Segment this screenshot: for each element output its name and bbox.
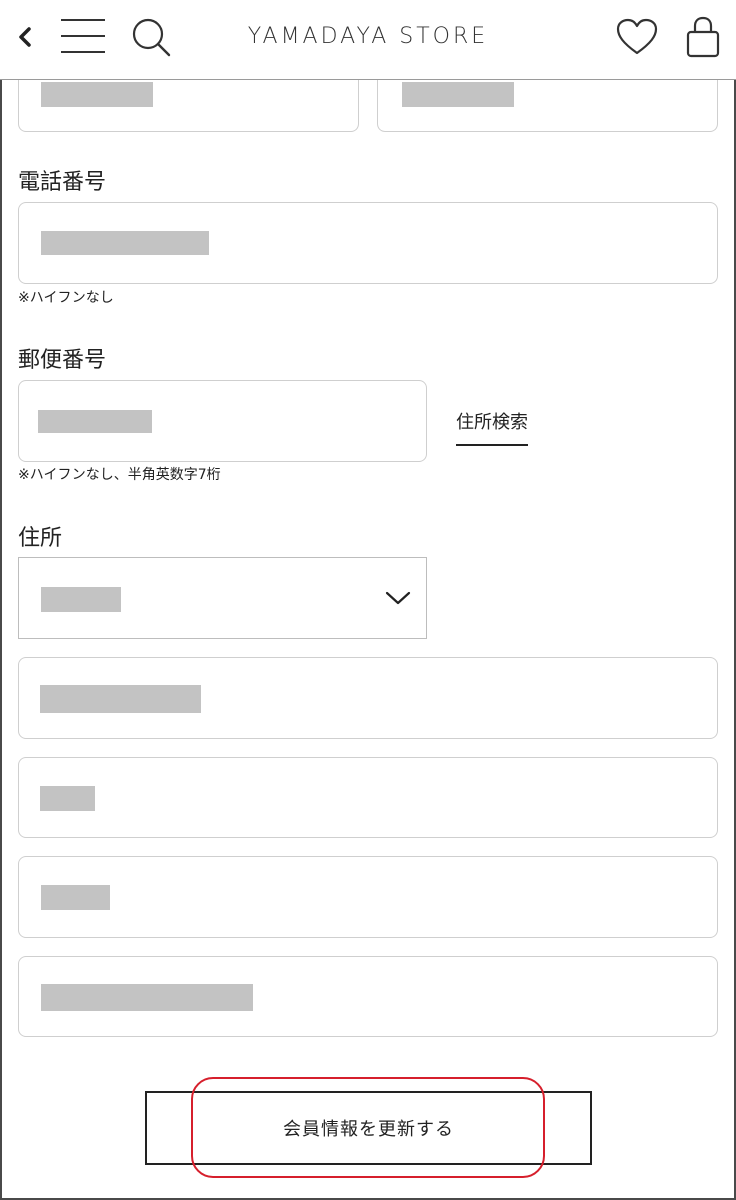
address-search-link[interactable]: 住所検索 (456, 410, 528, 446)
address-extra-input[interactable] (18, 956, 718, 1037)
heart-icon (616, 18, 658, 55)
redacted-value (41, 231, 209, 255)
redacted-value (40, 786, 95, 811)
cart-button-layer[interactable] (682, 14, 724, 60)
building-input[interactable] (18, 856, 718, 938)
redacted-value (41, 885, 110, 910)
phone-label: 電話番号 (18, 170, 107, 195)
postal-label: 郵便番号 (18, 348, 107, 373)
city-input[interactable] (18, 657, 718, 739)
search-button-layer[interactable] (128, 14, 174, 60)
postal-code-input[interactable] (18, 380, 427, 462)
favorites-button-layer[interactable] (614, 16, 660, 58)
prefecture-select[interactable] (18, 557, 427, 639)
redacted-value (41, 82, 153, 107)
chevron-down-icon (385, 591, 411, 605)
search-icon (132, 18, 171, 57)
shopping-bag-icon (686, 16, 720, 58)
redacted-value (38, 410, 152, 433)
menu-button-layer[interactable] (58, 14, 108, 58)
chevron-left-icon (19, 27, 31, 47)
update-member-info-button[interactable]: 会員情報を更新する (145, 1091, 592, 1165)
redacted-value (40, 685, 201, 713)
address-label: 住所 (18, 526, 63, 551)
phone-input[interactable] (18, 202, 718, 284)
redacted-value (41, 587, 121, 612)
redacted-value (402, 82, 514, 107)
hamburger-menu-icon (61, 19, 105, 53)
street-address-input[interactable] (18, 757, 718, 838)
update-member-info-label: 会員情報を更新する (283, 1119, 454, 1140)
postal-note: ※ハイフンなし、半角英数字7桁 (18, 467, 221, 483)
redacted-value (41, 984, 253, 1011)
phone-note: ※ハイフンなし (18, 290, 114, 306)
store-brand-title-layer[interactable]: YAMADAYA STORE (200, 20, 536, 54)
back-button-layer[interactable] (10, 20, 40, 54)
